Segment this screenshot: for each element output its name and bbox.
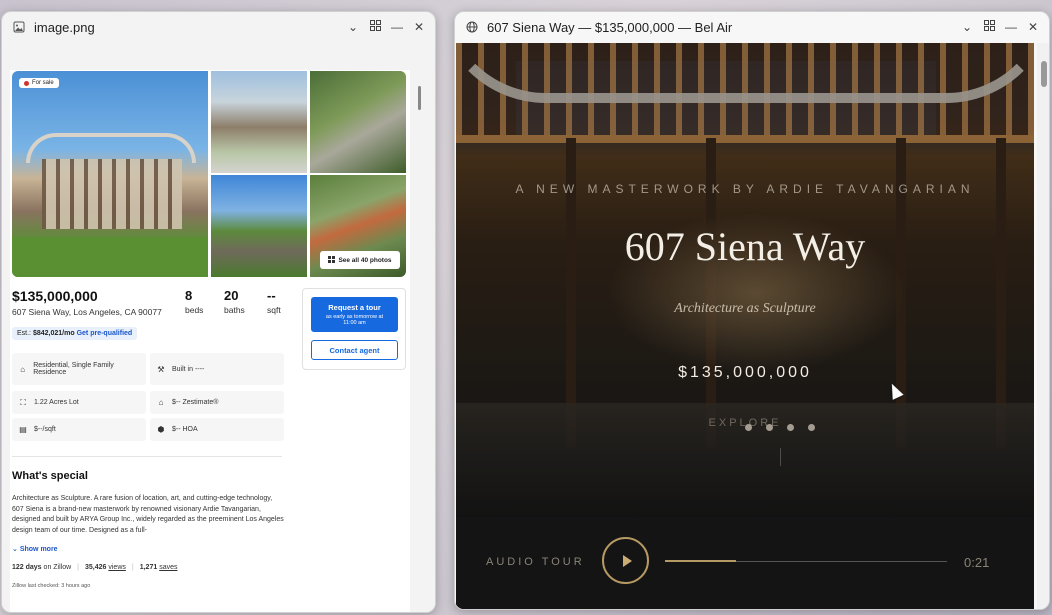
ruler-icon: ▤	[19, 425, 27, 434]
whats-special-body: Architecture as Sculpture. A rare fusion…	[12, 495, 284, 534]
audio-tour-bar: AUDIO TOUR 0:21	[456, 517, 1034, 609]
fact-built: ⚒ Built in ----	[150, 353, 284, 385]
grid-icon[interactable]	[983, 20, 995, 34]
sqft-stat: -- sqft	[267, 288, 281, 315]
beds-stat: 8 beds	[185, 288, 204, 315]
hero-title: 607 Siena Way	[624, 224, 866, 269]
chevron-down-icon[interactable]: ⌄	[961, 20, 973, 34]
prequalify-link[interactable]: Get pre-qualified	[77, 330, 133, 337]
slide-indicator	[745, 424, 815, 431]
window-title: image.png	[34, 19, 95, 35]
hero-tagline: A NEW MASTERWORK BY ARDIE TAVANGARIAN	[515, 182, 975, 196]
audio-time: 0:21	[964, 555, 990, 570]
last-checked: Zillow last checked: 3 hours ago	[12, 583, 91, 589]
fact-lot: ⛶ 1.22 Acres Lot	[12, 391, 146, 414]
grid-icon[interactable]	[369, 20, 381, 34]
show-more-link[interactable]: ⌄ Show more	[12, 545, 58, 553]
image-viewer-window: image.png ⌄ — ✕ For sale See all 40 phot…	[1, 11, 436, 613]
photo-thumbnail[interactable]	[211, 71, 307, 173]
status-dot-icon	[24, 80, 29, 86]
globe-icon	[465, 20, 479, 34]
home-icon: ⌂	[20, 364, 26, 374]
close-icon[interactable]: ✕	[413, 20, 425, 34]
chevron-down-icon[interactable]: ⌄	[347, 20, 359, 34]
scroll-indicator	[780, 448, 781, 466]
listing-screenshot: For sale See all 40 photos $135,000,000 …	[10, 70, 410, 612]
fact-type: ⌂ Residential, Single Family Residence	[12, 353, 146, 385]
listing-price: $135,000,000	[12, 288, 98, 304]
fact-price-sqft: ▤ $--/sqft	[12, 418, 146, 441]
image-content: For sale See all 40 photos $135,000,000 …	[2, 42, 435, 612]
slide-dot[interactable]	[808, 424, 815, 431]
fact-zestimate: ⌂ $-- Zestimate®	[150, 391, 284, 414]
close-icon[interactable]: ✕	[1027, 20, 1039, 34]
fact-hoa: ⬢ $-- HOA	[150, 418, 284, 441]
hoa-icon: ⬢	[157, 425, 165, 434]
audio-progress-fill	[665, 560, 736, 562]
titlebar: 607 Siena Way — $135,000,000 — Bel Air ⌄…	[455, 12, 1049, 42]
scrollbar[interactable]	[1037, 43, 1049, 609]
window-title: 607 Siena Way — $135,000,000 — Bel Air	[487, 19, 733, 35]
lot-icon: ⛶	[20, 397, 26, 407]
zestimate-icon: ⌂	[158, 398, 164, 407]
slide-dot[interactable]	[787, 424, 794, 431]
whats-special-heading: What's special	[12, 470, 88, 482]
scrollbar-thumb[interactable]	[1041, 61, 1047, 87]
baths-stat: 20 baths	[224, 288, 245, 315]
hero-section: A NEW MASTERWORK BY ARDIE TAVANGARIAN 60…	[456, 43, 1034, 609]
main-photo[interactable]: For sale	[12, 71, 208, 277]
scrollbar[interactable]	[418, 86, 421, 110]
hammer-icon: ⚒	[157, 364, 165, 374]
estimate-banner: Est.: $842,021/mo Get pre-qualified	[12, 327, 138, 340]
play-icon	[622, 554, 632, 567]
contact-agent-button[interactable]: Contact agent	[311, 340, 398, 360]
chevron-down-icon: ⌄	[12, 546, 18, 553]
divider	[12, 456, 282, 457]
play-button[interactable]	[602, 537, 649, 584]
hero-price: $135,000,000	[678, 364, 812, 381]
minimize-icon[interactable]: —	[391, 20, 403, 34]
hero-subtitle: Architecture as Sculpture	[674, 301, 816, 316]
minimize-icon[interactable]: —	[1005, 20, 1017, 34]
listing-address: 607 Siena Way, Los Angeles, CA 90077	[12, 307, 162, 317]
request-tour-button[interactable]: Request a tour as early as tomorrow at 1…	[311, 297, 398, 332]
image-file-icon	[12, 20, 26, 34]
browser-window: 607 Siena Way — $135,000,000 — Bel Air ⌄…	[454, 11, 1050, 610]
audio-tour-label: AUDIO TOUR	[486, 556, 585, 568]
tour-card: Request a tour as early as tomorrow at 1…	[302, 288, 406, 370]
titlebar: image.png ⌄ — ✕	[2, 12, 435, 42]
listing-stats: 122 days on Zillow | 35,426 views | 1,27…	[12, 564, 178, 571]
slide-dot[interactable]	[766, 424, 773, 431]
slide-dot[interactable]	[745, 424, 752, 431]
grid-icon	[328, 255, 336, 265]
see-all-photos-button[interactable]: See all 40 photos	[320, 251, 400, 269]
for-sale-badge: For sale	[19, 78, 59, 88]
photo-thumbnail[interactable]	[310, 71, 406, 173]
audio-progress-track[interactable]	[665, 560, 947, 562]
photo-thumbnail[interactable]	[211, 175, 307, 277]
